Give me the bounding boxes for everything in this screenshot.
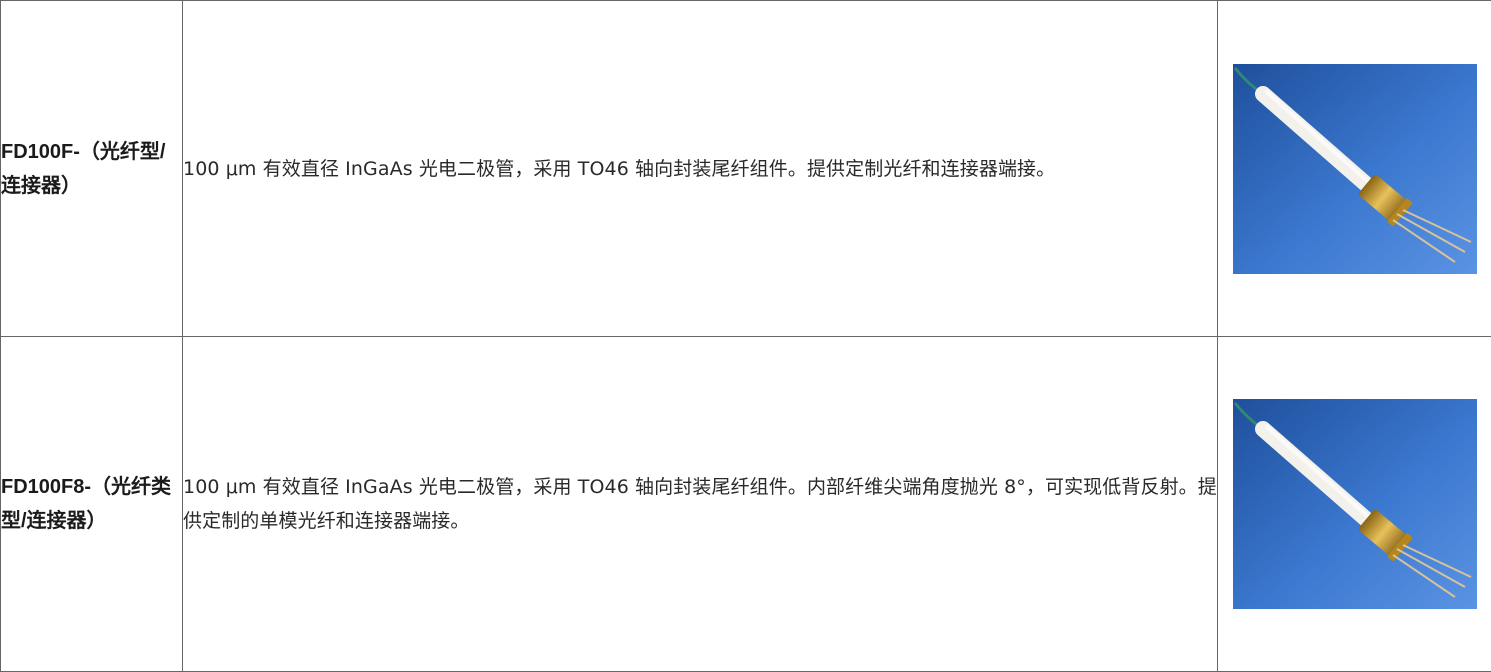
part-number-cell: FD100F-（光纤型/连接器） [1, 1, 183, 337]
product-description: 100 μm 有效直径 InGaAs 光电二极管，采用 TO46 轴向封装尾纤组… [183, 152, 1217, 186]
table-row: FD100F8-（光纤类型/连接器） 100 μm 有效直径 InGaAs 光电… [1, 337, 1491, 672]
product-table: FD100F-（光纤型/连接器） 100 μm 有效直径 InGaAs 光电二极… [0, 0, 1491, 672]
image-cell [1218, 1, 1491, 337]
part-number-cell: FD100F8-（光纤类型/连接器） [1, 337, 183, 672]
image-cell [1218, 337, 1491, 672]
product-photo[interactable] [1233, 399, 1477, 609]
part-number: FD100F8-（光纤类型/连接器） [1, 470, 182, 538]
description-cell: 100 μm 有效直径 InGaAs 光电二极管，采用 TO46 轴向封装尾纤组… [183, 337, 1218, 672]
product-description: 100 μm 有效直径 InGaAs 光电二极管，采用 TO46 轴向封装尾纤组… [183, 470, 1217, 538]
product-photo[interactable] [1233, 64, 1477, 274]
part-number: FD100F-（光纤型/连接器） [1, 135, 182, 203]
description-cell: 100 μm 有效直径 InGaAs 光电二极管，采用 TO46 轴向封装尾纤组… [183, 1, 1218, 337]
table-row: FD100F-（光纤型/连接器） 100 μm 有效直径 InGaAs 光电二极… [1, 1, 1491, 337]
